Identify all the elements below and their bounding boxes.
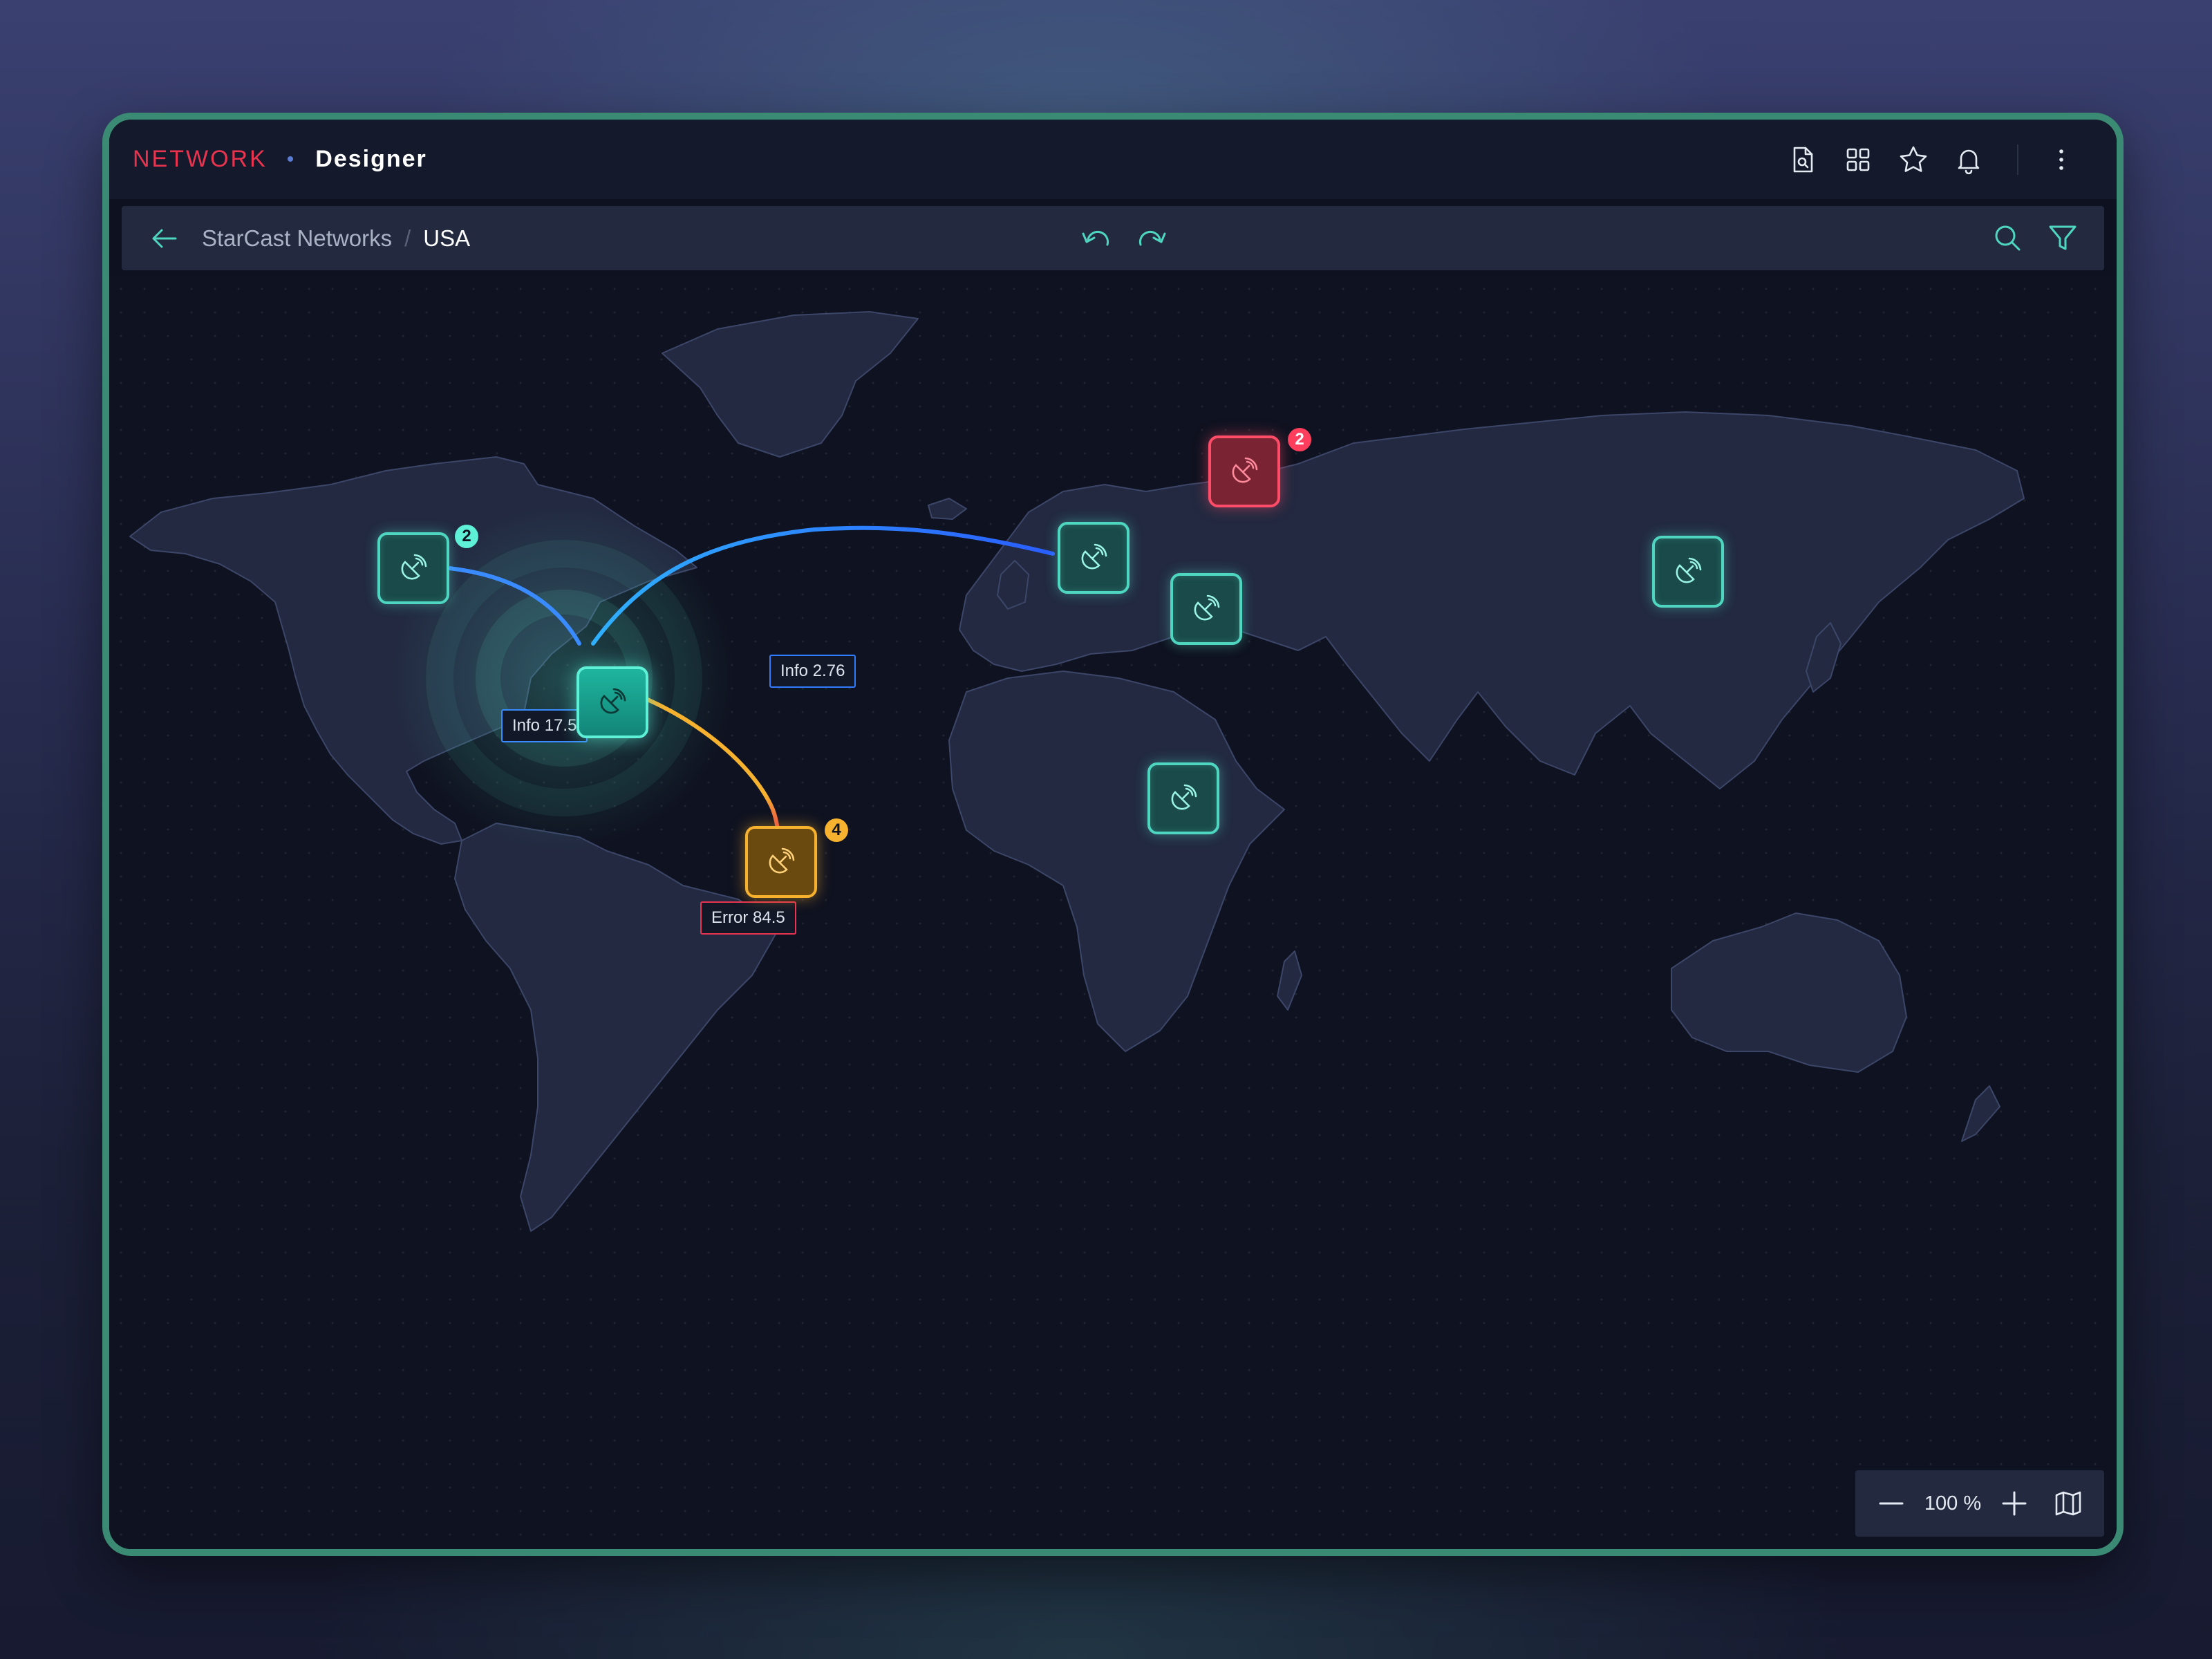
greenland bbox=[662, 311, 919, 458]
link-label-europe[interactable]: Info 2.76 bbox=[769, 655, 856, 688]
breadcrumb-current: USA bbox=[423, 225, 471, 251]
satellite-dish-icon bbox=[401, 554, 427, 580]
satellite-dish-icon bbox=[1081, 543, 1107, 570]
map-icon[interactable] bbox=[2047, 1483, 2089, 1524]
history-controls bbox=[1069, 210, 1179, 265]
node-us-central[interactable] bbox=[577, 666, 648, 738]
zoom-control: 100 % bbox=[1855, 1470, 2104, 1537]
grid-icon[interactable] bbox=[1830, 132, 1886, 187]
title-bar: NETWORK • Designer bbox=[109, 120, 2117, 199]
satellite-dish-icon bbox=[1194, 594, 1220, 621]
zoom-level: 100 % bbox=[1924, 1492, 1982, 1515]
breadcrumb-parent[interactable]: StarCast Networks bbox=[202, 225, 392, 252]
filter-icon[interactable] bbox=[2035, 210, 2090, 265]
satellite-dish-icon bbox=[600, 688, 626, 714]
node-brazil-badge: 4 bbox=[825, 818, 848, 842]
new-zealand bbox=[1961, 1085, 2000, 1142]
node-us-west[interactable] bbox=[377, 532, 449, 604]
titlebar-actions bbox=[1775, 120, 2089, 199]
link-label-us-west[interactable]: Info 17.5 bbox=[501, 709, 588, 742]
breadcrumb: StarCast Networks / USA bbox=[202, 225, 470, 252]
node-western-europe[interactable] bbox=[1058, 522, 1130, 594]
plus-icon[interactable] bbox=[1994, 1483, 2035, 1524]
continents bbox=[129, 311, 2025, 1232]
world-map bbox=[129, 311, 2025, 1232]
star-icon[interactable] bbox=[1886, 132, 1941, 187]
australia bbox=[1671, 912, 1907, 1073]
brand: NETWORK • Designer bbox=[133, 146, 427, 173]
africa bbox=[948, 671, 1285, 1052]
node-russia[interactable] bbox=[1208, 435, 1280, 507]
brand-name: NETWORK bbox=[133, 146, 268, 172]
view-tools bbox=[1980, 210, 2090, 265]
node-china[interactable] bbox=[1652, 536, 1724, 608]
back-arrow-icon[interactable] bbox=[137, 211, 192, 266]
bell-icon[interactable] bbox=[1941, 132, 1996, 187]
satellite-dish-icon bbox=[1676, 557, 1702, 583]
undo-icon[interactable] bbox=[1069, 210, 1124, 265]
redo-icon[interactable] bbox=[1124, 210, 1179, 265]
toolbar: StarCast Networks / USA bbox=[122, 206, 2104, 270]
search-icon[interactable] bbox=[1980, 210, 2035, 265]
node-africa[interactable] bbox=[1147, 762, 1219, 834]
more-vertical-icon[interactable] bbox=[2034, 132, 2089, 187]
app-window: NETWORK • Designer StarCast Networks / U… bbox=[102, 113, 2124, 1556]
satellite-dish-icon bbox=[1232, 457, 1258, 483]
iceland bbox=[928, 498, 967, 520]
titlebar-divider bbox=[2017, 144, 2018, 175]
node-brazil[interactable] bbox=[745, 826, 817, 898]
node-russia-badge: 2 bbox=[1288, 428, 1311, 451]
link-label-brazil[interactable]: Error 84.5 bbox=[700, 901, 796, 935]
file-search-icon[interactable] bbox=[1775, 132, 1830, 187]
satellite-dish-icon bbox=[1171, 784, 1197, 810]
satellite-dish-icon bbox=[769, 847, 795, 874]
mode-title: Designer bbox=[315, 146, 427, 172]
brand-separator: • bbox=[286, 147, 297, 171]
node-us-west-badge: 2 bbox=[455, 525, 478, 548]
node-eastern-europe[interactable] bbox=[1170, 573, 1242, 645]
map-canvas[interactable]: Info 17.5 Info 2.76 Error 84.5 2 4 2 100… bbox=[109, 277, 2117, 1549]
minus-icon[interactable] bbox=[1871, 1483, 1912, 1524]
madagascar bbox=[1277, 950, 1302, 1011]
south-america bbox=[454, 823, 780, 1232]
breadcrumb-separator: / bbox=[404, 225, 411, 251]
